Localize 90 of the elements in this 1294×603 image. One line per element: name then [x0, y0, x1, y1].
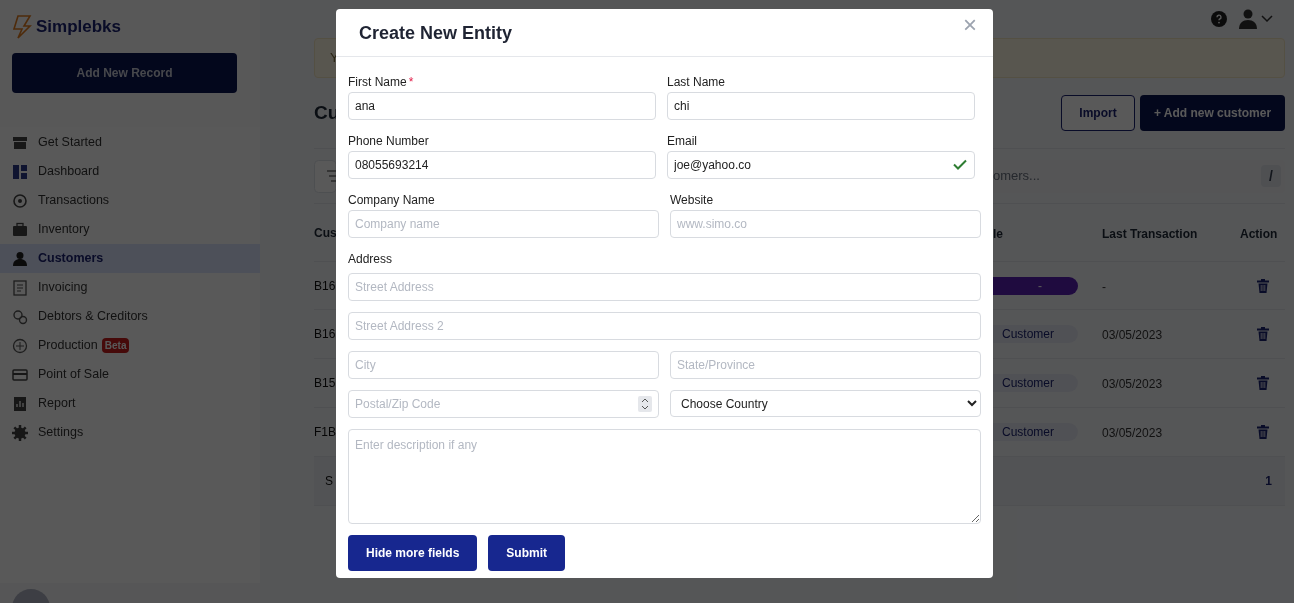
trash-icon[interactable]	[1257, 278, 1269, 293]
trash-icon[interactable]	[1257, 376, 1269, 390]
sidebar-item[interactable]: Invoicing	[0, 273, 260, 302]
sidebar-item-label: Debtors & Creditors	[38, 308, 148, 326]
user-icon[interactable]	[1239, 9, 1257, 29]
input-field[interactable]: City	[348, 351, 659, 379]
table-cell-text: B16	[314, 277, 336, 295]
submit-button[interactable]: Submit	[488, 535, 566, 571]
column-header: le	[993, 226, 1003, 241]
sidebar-item[interactable]: Inventory	[0, 215, 260, 244]
sidebar-item[interactable]: Point of Sale	[0, 360, 260, 389]
table-cell: -	[1102, 279, 1106, 294]
table-cell-text: F1B	[314, 424, 336, 441]
filter-icon[interactable]	[314, 159, 336, 193]
country-dropdown[interactable]: Choose Country	[670, 390, 981, 417]
table-cell-text: B16	[314, 326, 336, 343]
field-label: First Name	[348, 74, 407, 87]
description-field[interactable]: Enter description if any	[348, 429, 981, 524]
field-label: Last Name	[667, 74, 726, 87]
type-tag: Customer	[993, 423, 1078, 441]
input-field[interactable]: Company name	[348, 210, 659, 238]
add-customer-button[interactable]: + Add new customer	[1140, 95, 1285, 131]
logo-icon	[12, 15, 32, 39]
coins-icon	[12, 308, 28, 325]
input-field[interactable]: www.simo.co	[670, 210, 981, 238]
briefcase-icon	[12, 221, 28, 238]
spinner-icon[interactable]	[638, 396, 652, 412]
section-label: Address	[348, 251, 394, 268]
settings-icon	[12, 424, 28, 441]
hide-fields-button[interactable]: Hide more fields	[348, 535, 478, 571]
page-number[interactable]: 1	[1265, 472, 1274, 490]
input-field[interactable]: Street Address 2	[348, 312, 981, 340]
sidebar-item-label: Customers	[38, 250, 104, 268]
sidebar-item-label: Dashboard	[38, 163, 100, 181]
field-label: Website	[670, 192, 714, 205]
required-mark: *	[408, 74, 414, 87]
field-label: Phone Number	[348, 133, 429, 146]
input-field[interactable]: chi	[667, 92, 975, 120]
input-field[interactable]: ana	[348, 92, 656, 120]
sidebar-item[interactable]: Get Started	[0, 128, 260, 157]
trash-icon[interactable]	[1257, 327, 1269, 341]
input-field[interactable]: Street Address	[348, 273, 981, 301]
chevron-down-icon[interactable]	[1261, 15, 1273, 23]
sidebar-item-label: Settings	[38, 424, 84, 442]
sidebar-item-label: Report	[38, 395, 76, 413]
sidebar-item[interactable]: Production Beta	[0, 331, 260, 360]
person-icon	[12, 250, 28, 267]
sidebar-item-label: Transactions	[38, 192, 110, 210]
close-button[interactable]: ×	[963, 13, 977, 37]
table-cell: 03/05/2023	[1102, 328, 1163, 342]
sidebar-item[interactable]: Customers	[0, 244, 260, 273]
sidebar-item-label: Invoicing	[38, 279, 88, 297]
trash-icon[interactable]	[1257, 425, 1269, 439]
field-label: Company Name	[348, 192, 435, 205]
type-tag: -	[993, 276, 1078, 295]
report-icon	[12, 395, 28, 412]
table-footer-text: S	[325, 473, 333, 490]
column-header: Action	[1240, 226, 1278, 241]
sidebar-item[interactable]: Report	[0, 389, 260, 418]
beta-tag: Beta	[101, 338, 130, 353]
type-tag: Customer	[993, 325, 1078, 343]
help-icon[interactable]	[1211, 11, 1227, 27]
add-new-record-button[interactable]: Add New Record	[12, 53, 237, 93]
input-field[interactable]: State/Province	[670, 351, 981, 379]
column-header: Cus	[314, 224, 337, 242]
table-cell: 03/05/2023	[1102, 377, 1163, 391]
table-cell: 03/05/2023	[1102, 426, 1163, 440]
app-logo-text: Simplebks	[36, 16, 122, 39]
sidebar-item[interactable]: Settings	[0, 418, 260, 447]
sidebar-item[interactable]: Debtors & Creditors	[0, 302, 260, 331]
modal-title: Create New Entity	[359, 22, 513, 45]
receipt-icon	[12, 279, 28, 296]
sidebar-item-label: Inventory	[38, 221, 90, 239]
sidebar-item[interactable]: Transactions	[0, 186, 260, 215]
column-header: Last Transaction	[1102, 226, 1198, 241]
import-button[interactable]: Import	[1061, 95, 1135, 131]
store-icon	[12, 134, 28, 151]
sidebar-item[interactable]: Dashboard	[0, 157, 260, 186]
table-cell-text: B15	[314, 375, 336, 392]
field-label: Email	[667, 133, 697, 146]
type-tag: Customer	[993, 374, 1078, 392]
dashboard-icon	[12, 163, 28, 180]
postal-code-field[interactable]: Postal/Zip Code	[348, 390, 659, 418]
card-icon	[12, 366, 28, 383]
sidebar-item-label: Point of Sale	[38, 366, 109, 384]
sidebar-item-label: Get Started	[38, 134, 102, 152]
shortcut-key: /	[1261, 165, 1281, 187]
input-field[interactable]: 08055693214	[348, 151, 656, 179]
email-field[interactable]: joe@yahoo.co	[667, 151, 975, 179]
sidebar-item-label: Production	[38, 337, 98, 355]
